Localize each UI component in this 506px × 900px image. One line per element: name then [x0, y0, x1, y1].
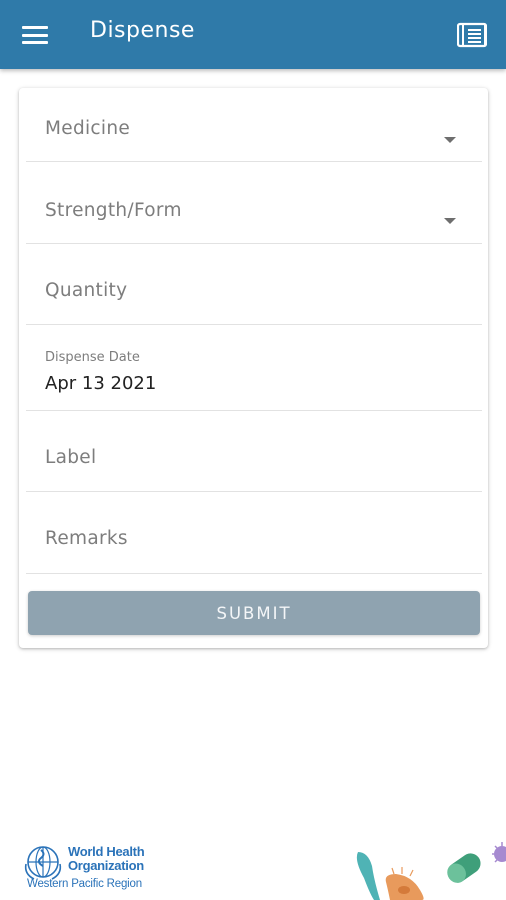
medicine-select[interactable]: Medicine — [26, 88, 482, 162]
medicine-placeholder: Medicine — [45, 118, 131, 139]
org-region: Western Pacific Region — [27, 878, 142, 890]
who-emblem-icon — [24, 846, 62, 880]
strength-form-select[interactable]: Strength/Form — [26, 162, 482, 244]
hamburger-menu-icon[interactable] — [22, 23, 48, 47]
remarks-placeholder: Remarks — [45, 528, 128, 549]
label-placeholder: Label — [45, 447, 97, 468]
quantity-input[interactable]: Quantity — [26, 244, 482, 325]
org-name-line1: World Health — [68, 844, 145, 859]
dispense-date-label: Dispense Date — [45, 350, 140, 365]
dispense-date-field[interactable]: Dispense Date Apr 13 2021 — [26, 325, 482, 411]
dropdown-arrow-icon — [444, 137, 456, 143]
remarks-input[interactable]: Remarks — [26, 492, 482, 574]
decorative-microbes-illustration — [356, 842, 506, 900]
org-name-line2: Organization — [68, 858, 144, 873]
app-bar: Dispense — [0, 0, 506, 69]
label-input[interactable]: Label — [26, 411, 482, 492]
submit-button[interactable]: SUBMIT — [28, 591, 480, 635]
dispense-date-value: Apr 13 2021 — [45, 373, 157, 394]
quantity-placeholder: Quantity — [45, 280, 128, 301]
book-icon[interactable] — [457, 22, 487, 48]
dropdown-arrow-icon — [444, 218, 456, 224]
strength-form-placeholder: Strength/Form — [45, 200, 182, 221]
dispense-form-card: Medicine Strength/Form Quantity Dispense… — [19, 88, 488, 648]
page-title: Dispense — [90, 18, 195, 43]
who-logo-text: World Health Organization Western Pacifi… — [27, 844, 145, 891]
